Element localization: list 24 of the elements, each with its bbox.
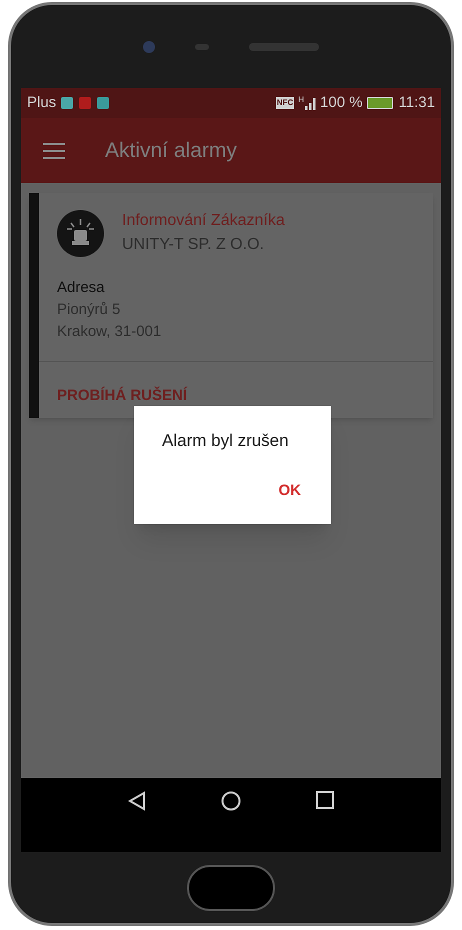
battery-percent: 100 % (320, 92, 363, 113)
signal-icon (305, 96, 318, 110)
alarm-title: Informování Zákazníka (122, 211, 285, 231)
notification-icon (79, 97, 92, 109)
clock: 11:31 (398, 92, 435, 113)
home-icon[interactable] (220, 791, 241, 811)
battery-icon (366, 97, 393, 109)
menu-icon[interactable] (43, 142, 65, 158)
ok-button[interactable]: OK (278, 480, 301, 502)
notification-icon (61, 97, 74, 109)
network-type: H (298, 94, 304, 106)
recent-apps-icon[interactable] (316, 791, 334, 809)
siren-icon (57, 210, 104, 256)
camera-icon (143, 40, 155, 52)
nfc-label: NFC (276, 97, 294, 109)
notification-icon (97, 97, 110, 109)
dialog-message: Alarm byl zrušen (162, 430, 290, 452)
screen-title: Aktivní alarmy (105, 138, 237, 164)
speaker-grille (249, 42, 319, 50)
carrier-name: Plus (27, 92, 56, 113)
address-label: Adresa (57, 278, 106, 298)
home-button[interactable] (187, 864, 275, 910)
back-icon[interactable] (128, 791, 146, 811)
alarm-status: PROBÍHÁ RUŠENÍ (57, 387, 188, 404)
